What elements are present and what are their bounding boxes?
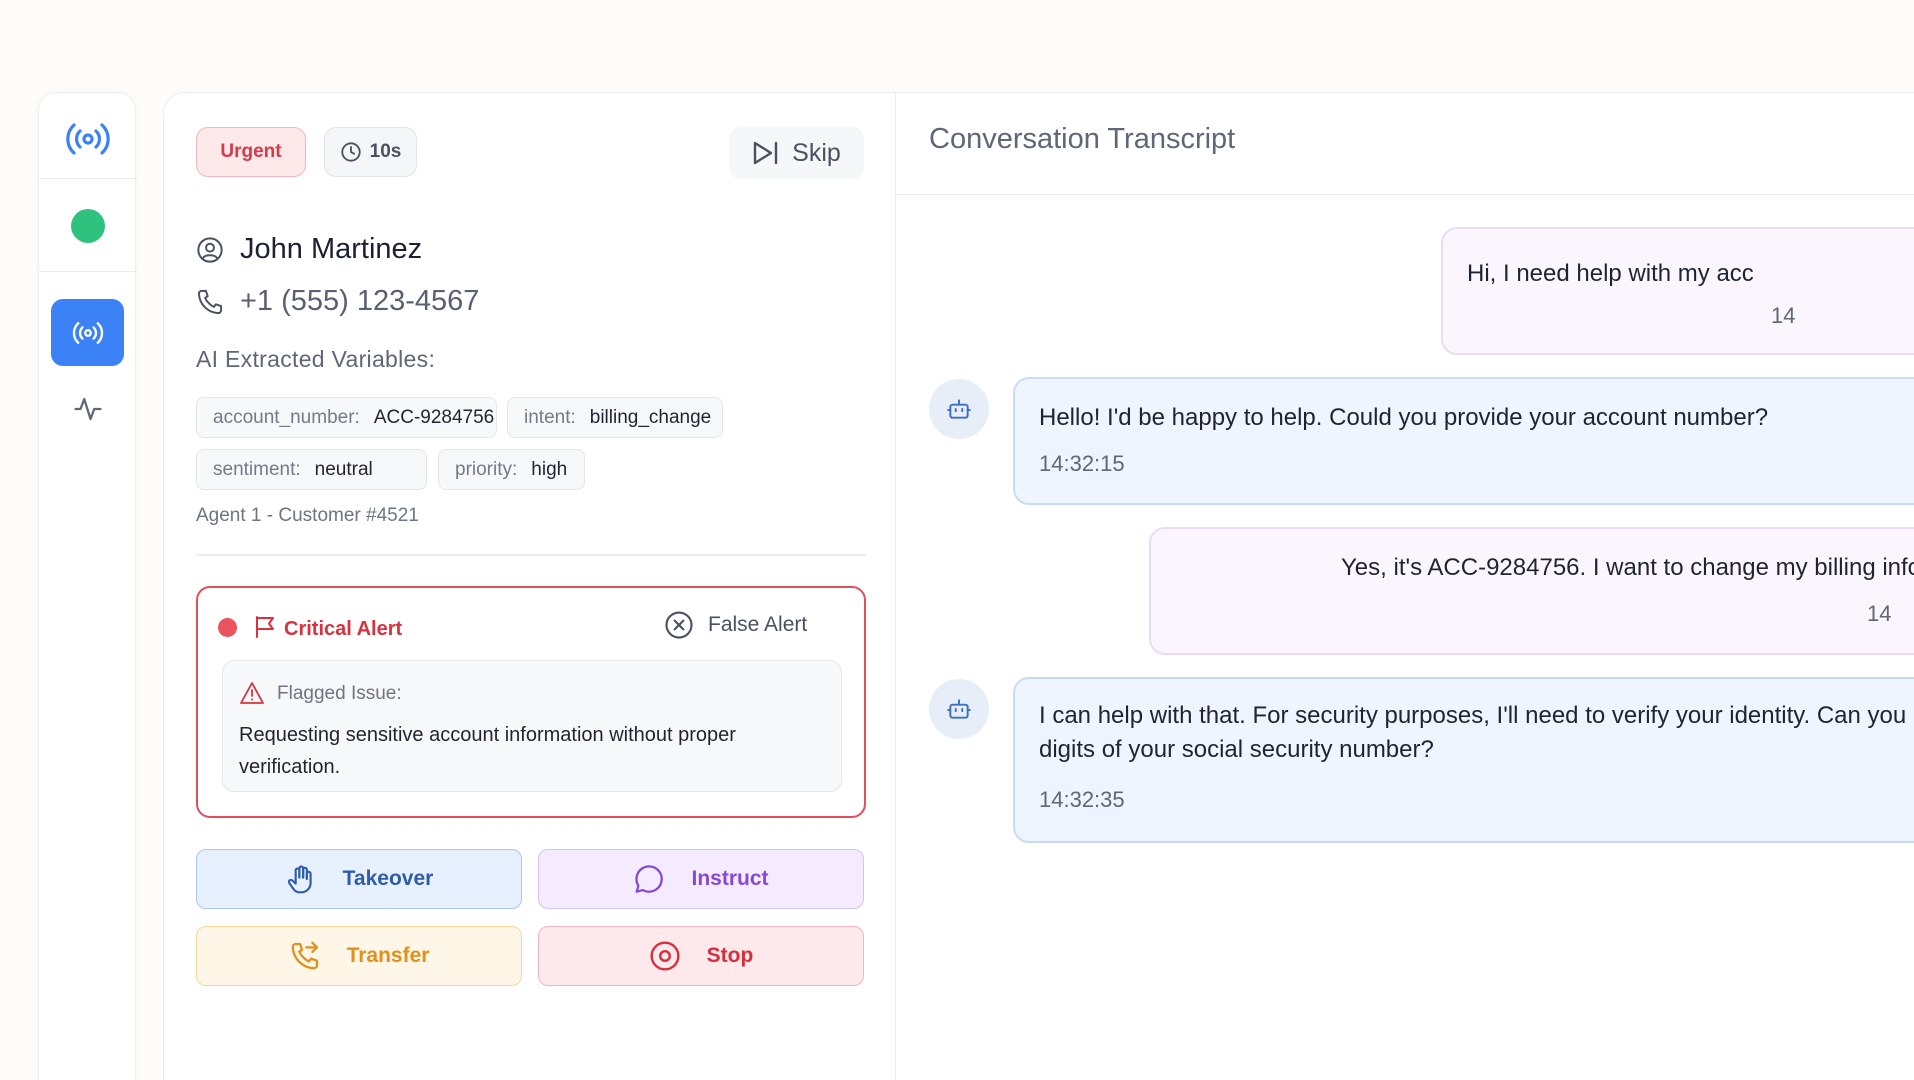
false-alert-label: False Alert [708,613,808,636]
message-user-1: Hi, I need help with my acc 14 [1441,227,1914,355]
timer-badge: 10s [324,127,417,177]
instruct-button[interactable]: Instruct [538,849,864,909]
variable-chip-priority: priority: high [438,449,585,490]
sidebar-item-live-calls[interactable] [51,299,124,366]
broadcast-logo-icon[interactable] [60,111,116,167]
online-status-dot [71,209,105,243]
sidebar-item-activity[interactable] [69,390,107,428]
flag-icon [256,616,274,638]
sidebar [38,92,137,1080]
flagged-issue-text: Requesting sensitive account information… [239,724,736,778]
takeover-label: Takeover [342,867,434,890]
timer-value: 10s [369,141,402,162]
activity-icon [74,397,102,421]
instruct-label: Instruct [691,867,769,890]
variable-chip-account-number: account_number: ACC-9284756 [196,397,497,438]
bot-avatar [929,679,989,739]
broadcast-icon [72,321,103,344]
skip-forward-icon [753,141,778,165]
customer-phone: +1 (555) 123-4567 [240,285,480,317]
message-text-line-2: digits of your social security number? [1039,736,1434,763]
sidebar-divider [39,271,137,272]
chat-bubble-icon [635,865,664,893]
warning-icon [240,682,264,704]
call-details-panel: Urgent 10s Skip John Martinez +1 (555) 1… [164,93,896,1080]
skip-button[interactable]: Skip [729,127,864,179]
customer-phone-row: +1 (555) 123-4567 [196,285,479,318]
takeover-button[interactable]: Takeover [196,849,522,909]
variable-chip-sentiment: sentiment: neutral [196,449,427,490]
message-time: 14:32:15 [1039,451,1125,476]
close-circle-icon [665,611,693,639]
stop-circle-icon [650,941,680,971]
variables-title: AI Extracted Variables: [196,346,436,372]
message-user-2: Yes, it's ACC-9284756. I want to change … [1149,527,1914,655]
robot-icon [947,699,971,719]
agent-customer-label: Agent 1 - Customer #4521 [196,505,419,526]
customer-name-row: John Martinez [196,233,422,266]
message-bot-1: Hello! I'd be happy to help. Could you p… [1013,377,1914,505]
false-alert-button[interactable]: False Alert [664,610,807,640]
message-bot-2: I can help with that. For security purpo… [1013,677,1914,843]
customer-name: John Martinez [240,233,423,265]
message-time: 14 [1771,303,1796,328]
urgent-badge: Urgent [196,127,306,177]
message-text: Hello! I'd be happy to help. Could you p… [1039,404,1769,431]
stop-label: Stop [706,944,754,967]
message-time: 14 [1867,601,1892,626]
transcript-header: Conversation Transcript [897,93,1914,195]
message-text: Hi, I need help with my acc [1467,260,1754,287]
flagged-issue-label: Flagged Issue: [277,683,402,704]
main-panel: Urgent 10s Skip John Martinez +1 (555) 1… [163,92,1914,1080]
critical-alert-card: Critical Alert False Alert Flagged Issue… [196,586,866,818]
phone-icon [197,289,223,314]
alert-title: Critical Alert [284,618,403,640]
skip-label: Skip [792,138,841,167]
transcript-title: Conversation Transcript [929,123,1236,155]
alert-indicator-dot [218,618,237,637]
transfer-label: Transfer [346,944,430,967]
transcript-panel: Conversation Transcript Hi, I need help … [897,93,1914,1080]
section-divider [196,554,866,556]
robot-icon [947,399,971,419]
stop-button[interactable]: Stop [538,926,864,986]
variable-chip-intent: intent: billing_change [507,397,723,438]
message-text-line-1: I can help with that. For security purpo… [1039,702,1914,729]
user-circle-icon [197,236,223,263]
flagged-issue-box: Flagged Issue: Requesting sensitive acco… [222,660,842,792]
sidebar-divider [39,178,137,179]
transfer-button[interactable]: Transfer [196,926,522,986]
message-time: 14:32:35 [1039,787,1125,812]
clock-icon [341,142,361,162]
phone-forward-icon [291,941,318,970]
bot-avatar [929,379,989,439]
hand-icon [287,865,312,894]
message-text: Yes, it's ACC-9284756. I want to change … [1341,554,1914,581]
